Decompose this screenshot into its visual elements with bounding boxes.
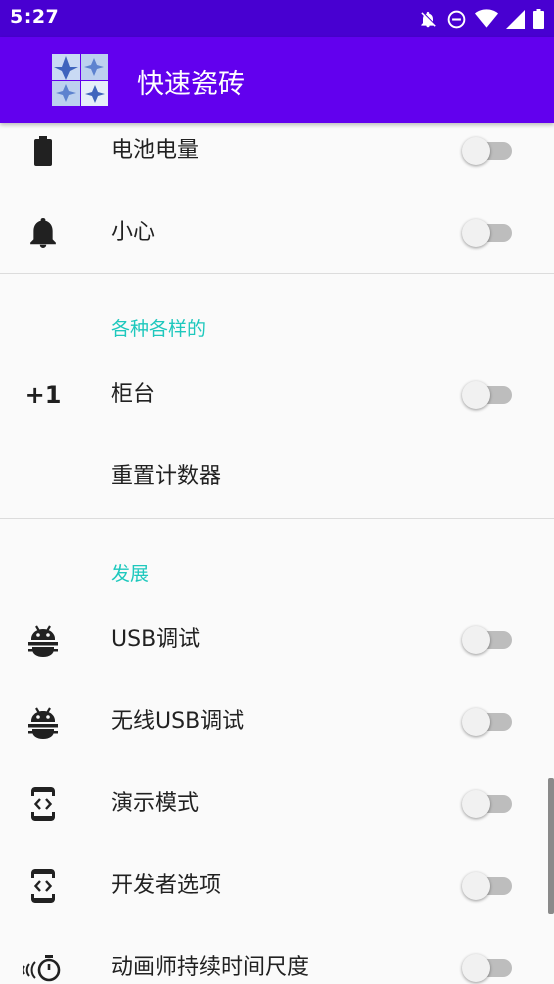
pref-title: 开发者选项: [111, 873, 222, 898]
pref-title: 无线USB调试: [111, 709, 245, 734]
cell-signal-icon: [506, 9, 525, 29]
battery-icon: [22, 131, 64, 171]
tile-logo-icon: [52, 54, 108, 106]
animator-duration-scale-switch[interactable]: [462, 954, 514, 982]
developer-mode-icon: [22, 866, 64, 906]
usb-debugging-switch[interactable]: [462, 626, 514, 654]
bell-icon: [22, 213, 64, 253]
pref-title: 电池电量: [111, 138, 200, 163]
pref-usb-debugging[interactable]: USB调试: [0, 599, 554, 681]
demo-mode-switch[interactable]: [462, 790, 514, 818]
pref-wireless-usb-debugging[interactable]: 无线USB调试: [0, 681, 554, 763]
battery-icon: [533, 9, 544, 29]
developer-mode-icon: [22, 784, 64, 824]
android-icon: [22, 702, 64, 742]
pref-counter[interactable]: +1 柜台: [0, 354, 554, 436]
pref-title: 动画师持续时间尺度: [111, 955, 310, 980]
status-icons: [418, 8, 544, 30]
section-divider: [0, 273, 554, 274]
wifi-icon: [475, 9, 498, 28]
app-bar: 快速瓷砖: [0, 37, 554, 123]
scrollbar[interactable]: [548, 778, 554, 914]
status-time: 5:27: [10, 6, 60, 28]
notifications-off-icon: [421, 11, 436, 28]
android-icon: [22, 620, 64, 660]
pref-battery-level[interactable]: 电池电量: [0, 123, 554, 192]
pref-title: USB调试: [111, 627, 201, 652]
pref-animator-duration-scale[interactable]: 动画师持续时间尺度: [0, 927, 554, 984]
pref-title: 重置计数器: [111, 464, 222, 489]
app-title: 快速瓷砖: [137, 69, 245, 100]
wireless-usb-debugging-switch[interactable]: [462, 708, 514, 736]
pref-title: 演示模式: [111, 791, 200, 816]
status-bar: 5:27: [0, 0, 554, 37]
category-header-misc: 各种各样的: [111, 318, 207, 340]
plus-one-icon: +1: [24, 381, 62, 409]
pref-reset-counter[interactable]: 重置计数器: [0, 436, 554, 518]
pref-title: 小心: [111, 220, 156, 245]
category-header-development: 发展: [111, 563, 150, 585]
do-not-disturb-icon: [447, 10, 466, 28]
developer-options-switch[interactable]: [462, 872, 514, 900]
battery-level-switch[interactable]: [462, 137, 514, 165]
counter-switch[interactable]: [462, 381, 514, 409]
pref-developer-options[interactable]: 开发者选项: [0, 845, 554, 927]
pref-caution[interactable]: 小心: [0, 192, 554, 274]
pref-demo-mode[interactable]: 演示模式: [0, 763, 554, 845]
settings-list[interactable]: 电池电量 小心 各种各样的 +1 柜台 重置计数器 发展 USB调试 无线USB…: [0, 123, 554, 984]
animation-timer-icon: [22, 948, 64, 984]
pref-title: 柜台: [111, 382, 156, 407]
section-divider: [0, 518, 554, 519]
caution-switch[interactable]: [462, 219, 514, 247]
